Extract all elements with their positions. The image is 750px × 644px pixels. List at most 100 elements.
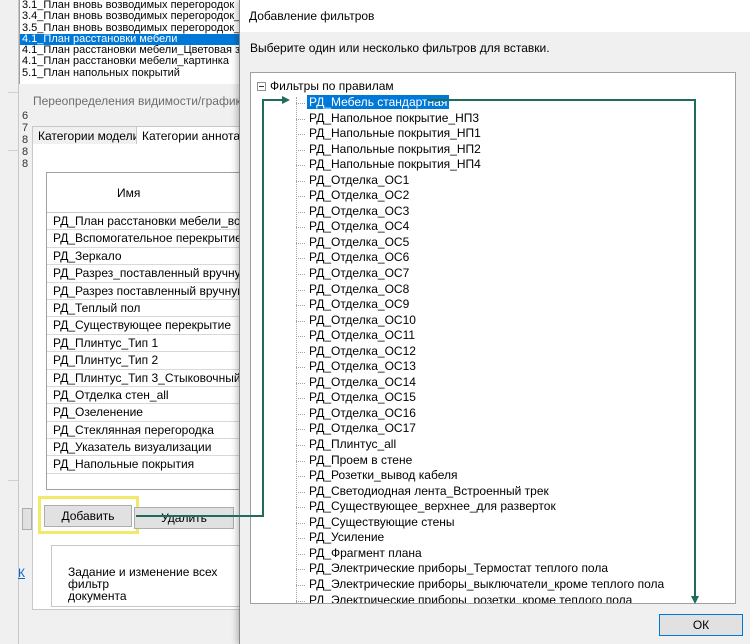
filter-row[interactable]: РД_Существующее перекрытие xyxy=(47,317,240,335)
tree-item-label: РД_Светодиодная лента_Встроенный трек xyxy=(309,483,549,498)
left-small-button[interactable] xyxy=(22,508,32,530)
tree-item[interactable]: РД_Отделка_ОС10 xyxy=(296,313,666,329)
tree-root[interactable]: Фильтры по правилам xyxy=(257,79,394,95)
tree-item-label: РД_Отделка_ОС5 xyxy=(309,234,410,249)
tree-item[interactable]: РД_Отделка_ОС8 xyxy=(296,282,666,298)
tree-item-label: РД_Плинтус_all xyxy=(309,437,397,452)
tree-item[interactable]: РД_Напольное покрытие_НП3 xyxy=(296,111,666,127)
dialog-title: Добавление фильтров xyxy=(249,9,375,23)
tree-item[interactable]: РД_Усиление xyxy=(296,530,666,546)
view-list[interactable]: 3.1_План вновь возводимых перегородок 3.4… xyxy=(19,0,241,84)
dialog-titlebar: Добавление фильтров xyxy=(240,0,750,32)
filter-row[interactable]: РД_Указатель визуализации xyxy=(47,439,240,457)
tree-item-label: РД_Напольное покрытие_НП3 xyxy=(309,110,480,125)
tree-item[interactable]: РД_Светодиодная лента_Встроенный трек xyxy=(296,484,666,500)
tree-item-label: РД_Отделка_ОС3 xyxy=(309,203,410,218)
tree-item[interactable]: РД_Мебель стандартная xyxy=(296,95,666,111)
filter-row[interactable]: РД_Вспомогательное перекрытие xyxy=(47,230,240,248)
tree-item-label: РД_Отделка_ОС17 xyxy=(309,421,416,436)
filter-row[interactable]: РД_Плинтус_Тип 2 xyxy=(47,352,240,370)
tree-item-label: РД_Отделка_ОС6 xyxy=(309,250,410,265)
tree-item[interactable]: РД_Фрагмент плана xyxy=(296,546,666,562)
tree-item[interactable]: РД_Электрические приборы_розетки_кроме т… xyxy=(296,593,666,603)
filter-row[interactable]: РД_Отделка стен_all xyxy=(47,387,240,405)
ok-button[interactable]: ОК xyxy=(659,614,743,636)
tree-item-label: РД_Напольные покрытия_НП2 xyxy=(309,141,481,156)
tree-item[interactable]: РД_Напольные покрытия_НП1 xyxy=(296,126,666,142)
side-number: 8 xyxy=(22,134,29,146)
tree-item[interactable]: РД_Электрические приборы_выключатели_кро… xyxy=(296,577,666,593)
tab-annotation-categories[interactable]: Категории аннотац xyxy=(136,126,253,144)
tree-item-label: РД_Фрагмент плана xyxy=(309,545,422,560)
tree-item-label: РД_Отделка_ОС11 xyxy=(309,328,416,343)
filters-tree[interactable]: Фильтры по правилам РД_Мебель стандартна… xyxy=(250,72,736,604)
tree-item-label: РД_Отделка_ОС2 xyxy=(309,188,410,203)
tree-item[interactable]: РД_Отделка_ОС17 xyxy=(296,421,666,437)
tree-item[interactable]: РД_Проем в стене xyxy=(296,453,666,469)
tree-item[interactable]: РД_Отделка_ОС6 xyxy=(296,250,666,266)
side-number: 6 xyxy=(22,110,29,122)
filter-row[interactable]: РД_Озеленение xyxy=(47,404,240,422)
help-link[interactable]: К xyxy=(18,566,25,580)
filter-row[interactable]: РД_Напольные покрытия xyxy=(47,456,240,474)
tree-item[interactable]: РД_Существующее_верхнее_для разверток xyxy=(296,499,666,515)
tree-item[interactable]: РД_Напольные покрытия_НП2 xyxy=(296,142,666,158)
filter-row[interactable]: РД_План расстановки мебели_все xyxy=(47,213,240,231)
tree-item[interactable]: РД_Отделка_ОС9 xyxy=(296,297,666,313)
description-box: Задание и изменение всех фильтр документ… xyxy=(51,545,241,607)
filters-table: Имя РД_План расстановки мебели_все РД_Всп… xyxy=(46,172,241,490)
tree-item-label: РД_Электрические приборы_выключатели_кро… xyxy=(309,576,665,591)
tree-item[interactable]: РД_Отделка_ОС5 xyxy=(296,235,666,251)
tree-item[interactable]: РД_Плинтус_all xyxy=(296,437,666,453)
tree-item[interactable]: РД_Отделка_ОС14 xyxy=(296,375,666,391)
tree-item[interactable]: РД_Отделка_ОС15 xyxy=(296,390,666,406)
tree-item-label: РД_Отделка_ОС14 xyxy=(309,374,416,389)
filter-row[interactable]: РД_Плинтус_Тип 1 xyxy=(47,335,240,353)
tree-item-label: РД_Отделка_ОС1 xyxy=(309,172,410,187)
description-line-2: документа xyxy=(68,589,127,603)
overrides-title: Переопределения видимости/графика xyxy=(33,94,241,108)
tree-item-label: РД_Существующее_верхнее_для разверток xyxy=(309,499,556,514)
tree-item[interactable]: РД_Отделка_ОС4 xyxy=(296,219,666,235)
filter-row[interactable]: РД_Зеркало xyxy=(47,248,240,266)
tree-item[interactable]: РД_Отделка_ОС3 xyxy=(296,204,666,220)
tree-item[interactable]: РД_Отделка_ОС2 xyxy=(296,188,666,204)
tab-model-categories[interactable]: Категории модели xyxy=(32,126,146,144)
tree-item[interactable]: РД_Отделка_ОС11 xyxy=(296,328,666,344)
delete-button[interactable]: Удалить xyxy=(134,507,234,529)
tree-item[interactable]: РД_Напольные покрытия_НП4 xyxy=(296,157,666,173)
tree-item-label: РД_Отделка_ОС16 xyxy=(309,405,416,420)
tree-item[interactable]: РД_Отделка_ОС1 xyxy=(296,173,666,189)
filter-row[interactable]: РД_Теплый пол xyxy=(47,300,240,318)
left-strip xyxy=(0,0,19,644)
tree-root-label: Фильтры по правилам xyxy=(270,79,394,93)
tree-item[interactable]: РД_Существующие стены xyxy=(296,515,666,531)
collapse-icon[interactable] xyxy=(257,82,266,91)
tree-item[interactable]: РД_Отделка_ОС12 xyxy=(296,344,666,360)
tree-item[interactable]: РД_Отделка_ОС13 xyxy=(296,359,666,375)
filter-row[interactable]: РД_Стеклянная перегородка xyxy=(47,422,240,440)
side-numbers: 67888 xyxy=(22,110,30,170)
filter-row[interactable]: РД_Разрез поставленный вручную xyxy=(47,283,240,300)
column-header-name[interactable]: Имя xyxy=(47,173,240,213)
tree-item-label: РД_Отделка_ОС4 xyxy=(309,219,410,234)
filter-row[interactable]: РД_Плинтус_Тип 3_Стыковочный п xyxy=(47,370,240,387)
tree-item[interactable]: РД_Отделка_ОС7 xyxy=(296,266,666,282)
tree-item[interactable]: РД_Отделка_ОС16 xyxy=(296,406,666,422)
tree-item-label: РД_Розетки_вывод кабеля xyxy=(309,468,458,483)
side-number: 8 xyxy=(22,158,29,170)
tree-item[interactable]: РД_Розетки_вывод кабеля xyxy=(296,468,666,484)
tree-item-label: РД_Усиление xyxy=(309,530,385,545)
side-number: 7 xyxy=(22,122,29,134)
side-number: 8 xyxy=(22,146,29,158)
add-button[interactable]: Добавить xyxy=(44,505,132,527)
tree-item[interactable]: РД_Электрические приборы_Термостат тепло… xyxy=(296,561,666,577)
view-list-item[interactable]: 3.4_План вновь возводимых перегородок_д xyxy=(20,11,241,22)
view-list-item[interactable]: 5.1_План напольных покрытий xyxy=(20,67,241,79)
filter-row[interactable]: РД_Разрез_поставленный вручную xyxy=(47,265,240,283)
dialog-instruction: Выберите один или несколько фильтров для… xyxy=(250,41,550,55)
add-filters-dialog: Добавление фильтров Выберите один или не… xyxy=(239,0,750,644)
tree-item-label: РД_Отделка_ОС7 xyxy=(309,266,410,281)
description-line-1: Задание и изменение всех фильтр xyxy=(68,565,218,591)
tree-item-label: РД_Электрические приборы_Термостат тепло… xyxy=(309,561,609,576)
